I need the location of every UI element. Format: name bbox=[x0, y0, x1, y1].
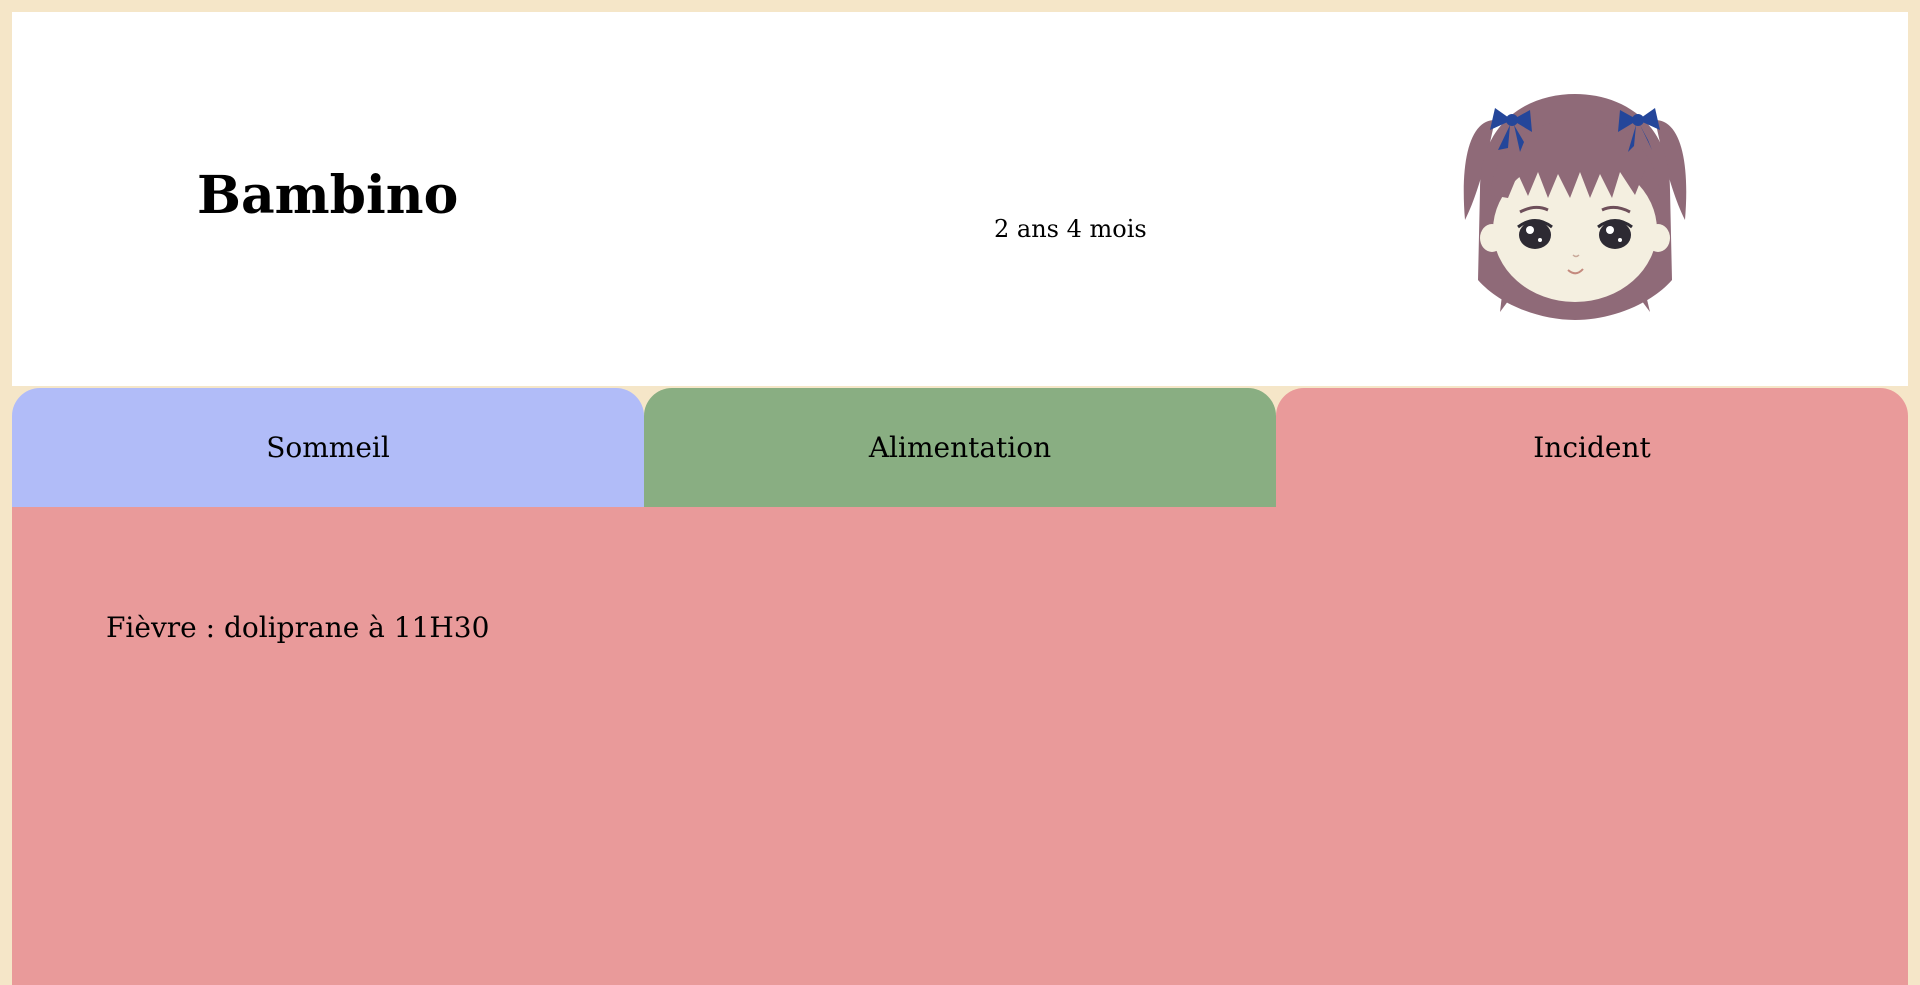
incident-entry: Fièvre : doliprane à 11H30 bbox=[106, 611, 490, 644]
incident-panel: Fièvre : doliprane à 11H30 bbox=[12, 507, 1908, 985]
tab-sleep[interactable]: Sommeil bbox=[12, 388, 644, 507]
child-name: Bambino bbox=[197, 165, 459, 226]
child-header: Bambino 2 ans 4 mois bbox=[12, 12, 1908, 386]
girl-avatar-icon bbox=[1463, 94, 1687, 320]
app-frame: Bambino 2 ans 4 mois Sommeil Alimentatio… bbox=[12, 12, 1908, 985]
child-age: 2 ans 4 mois bbox=[994, 215, 1147, 243]
category-tabs: Sommeil Alimentation Incident bbox=[12, 388, 1908, 507]
tab-food[interactable]: Alimentation bbox=[644, 388, 1276, 507]
tab-incident[interactable]: Incident bbox=[1276, 388, 1908, 507]
